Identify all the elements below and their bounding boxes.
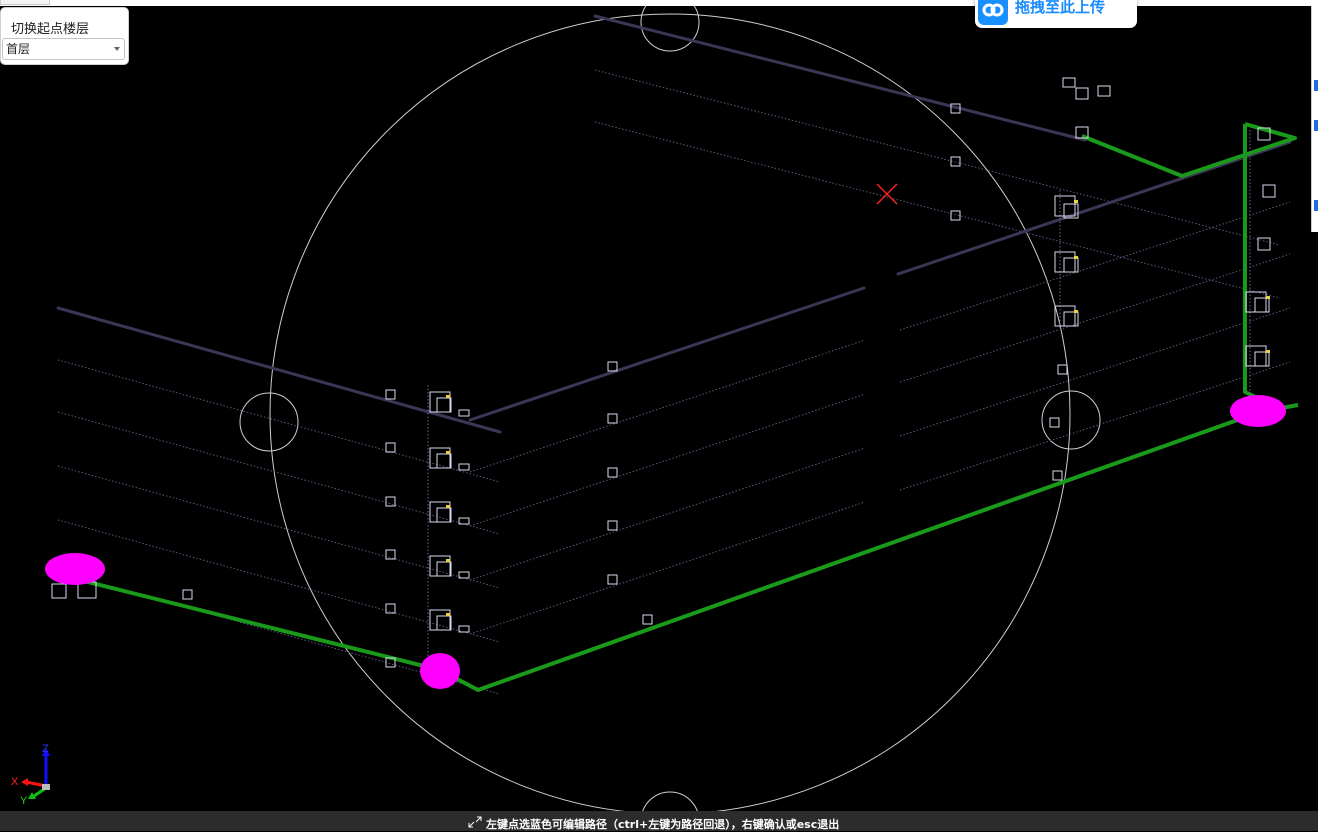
route-path[interactable] (59, 122, 1299, 692)
floor-select[interactable]: 首层 (2, 38, 125, 60)
guide-circle-left (239, 392, 299, 452)
floor-guide-lines (57, 69, 1291, 695)
axis-gizmo: Z X Y (8, 742, 58, 810)
pipe-left-upper (56, 306, 502, 434)
status-hint: 左键点选蓝色可编辑路径（ctrl+左键为路径回退），右键确认或esc退出 (486, 818, 840, 831)
upload-button-label: 拖拽至此上传 (1015, 0, 1106, 16)
pipe-top (593, 14, 1087, 142)
axis-label-x: X (11, 776, 19, 788)
floor-switcher-panel: 切换起点楼层 首层 (0, 7, 129, 65)
pipes (56, 14, 1292, 434)
chevron-down-icon (114, 47, 120, 51)
floor-select-value: 首层 (6, 42, 31, 56)
floor-switcher-title: 切换起点楼层 (11, 22, 90, 37)
endpoint-bottom (420, 653, 460, 689)
endpoint-right (1230, 395, 1286, 427)
guide-circle-main (269, 13, 1071, 815)
cross-marker-icon[interactable] (876, 183, 898, 205)
move-cursor-icon (468, 816, 482, 828)
endpoint-left (45, 553, 105, 585)
upload-button[interactable]: 拖拽至此上传 (975, 0, 1137, 28)
guide-circles (239, 0, 1101, 831)
pipe-center (468, 286, 866, 422)
axis-label-y: Y (20, 795, 28, 806)
pipe-right-middle (896, 140, 1292, 276)
route-endpoints[interactable] (45, 395, 1286, 689)
status-bar: 左键点选蓝色可编辑路径（ctrl+左键为路径回退），右键确认或esc退出 (0, 811, 1318, 831)
risers (427, 130, 1251, 680)
guide-circle-top (640, 0, 700, 52)
fixtures (51, 77, 1276, 668)
3d-viewport[interactable] (0, 0, 1318, 831)
cloud-link-icon (978, 0, 1008, 25)
axis-label-z: Z (42, 743, 49, 755)
tab-stub (0, 0, 50, 5)
side-panel-edge (1311, 6, 1318, 232)
